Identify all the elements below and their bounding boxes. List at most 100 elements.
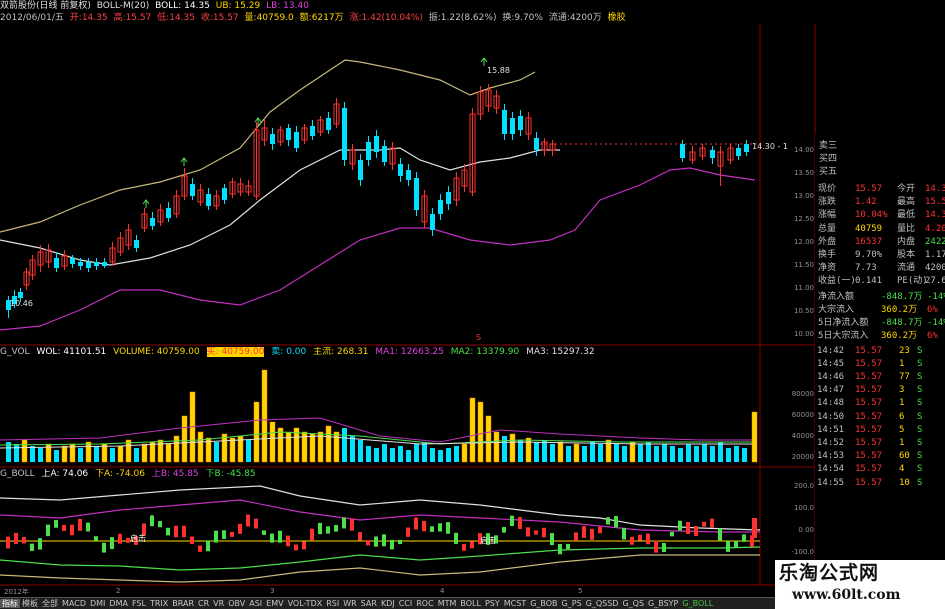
quote-l2: 最高	[897, 197, 916, 208]
tab-g-boll[interactable]: G_BOLL	[680, 599, 715, 608]
quote-v2: 4.20	[925, 223, 945, 234]
tab-trix[interactable]: TRIX	[148, 599, 170, 608]
flow-value: 360.2万	[881, 330, 918, 341]
tab-obv[interactable]: OBV	[226, 599, 247, 608]
candle-body	[86, 262, 91, 268]
volume-bar	[638, 444, 643, 462]
volume-bar	[229, 437, 236, 463]
boll-ub: 上B: 45.85	[151, 469, 199, 479]
osc-bar	[174, 525, 178, 538]
tab-asi[interactable]: ASI	[247, 599, 264, 608]
tick-t: 14:54	[817, 464, 845, 475]
tick-v: 4	[899, 464, 905, 475]
tab-mcst[interactable]: MCST	[502, 599, 528, 608]
volume-bar	[686, 444, 691, 462]
boll-panel-title[interactable]: G_BOLL	[0, 469, 35, 479]
order-label: 买四	[819, 154, 838, 164]
tab-psy[interactable]: PSY	[483, 599, 502, 608]
volume-bar	[398, 446, 403, 462]
osc-bar	[166, 527, 170, 536]
tab-g-bob[interactable]: G_BOB	[528, 599, 559, 608]
tab-g-bsyp[interactable]: G_BSYP	[646, 599, 680, 608]
high-price-mark: 15.88	[487, 66, 510, 75]
volume-panel	[0, 369, 758, 463]
tick-row: 14:42 15.57 23 S	[815, 345, 945, 357]
tab-kdj[interactable]: KDJ	[379, 599, 397, 608]
tab-rsi[interactable]: RSI	[324, 599, 341, 608]
buy-arrow-icon	[142, 199, 150, 208]
tab-boll[interactable]: BOLL	[458, 599, 483, 608]
x-axis-label: 2012年	[4, 588, 29, 596]
osc-bar	[342, 517, 346, 529]
osc-bar	[62, 524, 66, 531]
osc-bar	[302, 541, 306, 550]
tab-dmi[interactable]: DMI	[88, 599, 107, 608]
y-axis-label: 11.50	[793, 261, 814, 269]
y-axis-label: 13.50	[793, 169, 814, 177]
volume-bar	[390, 448, 395, 462]
flow-value: -848.7万	[881, 317, 923, 328]
main-kline-panel	[0, 57, 760, 331]
tab-vol-tdx[interactable]: VOL-TDX	[286, 599, 325, 608]
quote-row: 换手 9.70% 股本 1.17亿	[815, 249, 945, 261]
osc-bar	[438, 523, 442, 532]
quote-row: 总量 40759 量比 4.20	[815, 223, 945, 235]
tab---[interactable]: 指标	[0, 599, 20, 608]
tab-roc[interactable]: ROC	[414, 599, 435, 608]
osc-bar	[270, 533, 274, 543]
volume-bar	[165, 443, 172, 463]
tab-mtm[interactable]: MTM	[436, 599, 459, 608]
quote-l1: 总量	[818, 223, 837, 234]
vol-title[interactable]: G_VOL	[0, 347, 30, 357]
tab-g-qs[interactable]: G_QS	[620, 599, 646, 608]
candle-body	[78, 262, 83, 266]
osc-bar	[734, 540, 738, 548]
tick-p: 15.57	[855, 424, 883, 435]
volume-bar	[718, 442, 723, 462]
tab-cr[interactable]: CR	[196, 599, 211, 608]
tab-emv[interactable]: EMV	[264, 599, 285, 608]
tick-p: 15.57	[855, 411, 883, 422]
boll-axis-label: 0.00	[798, 526, 814, 534]
tab-sar[interactable]: SAR	[359, 599, 379, 608]
tab-g-qssd[interactable]: G_QSSD	[584, 599, 621, 608]
quote-row: 涨跌 1.42 最高 15.57	[815, 196, 945, 208]
osc-bar	[742, 534, 746, 542]
osc-bar	[198, 545, 202, 552]
indicator-tab-bar: 指标 模板 全部 MACD DMI DMA FSL TRIX BRAR CR VR OBV ASI EMV…	[0, 597, 815, 609]
tab---[interactable]: 全部	[40, 599, 60, 608]
tick-row: 14:51 15.57 5 S	[815, 424, 945, 436]
osc-bar	[502, 527, 506, 533]
candle-body	[190, 184, 195, 196]
boll-la: 下A: -74.06	[95, 469, 145, 479]
osc-bar	[278, 530, 282, 543]
osc-bar	[574, 532, 578, 541]
osc-bar	[654, 540, 658, 553]
volume-bar	[598, 444, 603, 462]
tab-g-ps[interactable]: G_PS	[560, 599, 584, 608]
tab-dma[interactable]: DMA	[107, 599, 130, 608]
tab-macd[interactable]: MACD	[60, 599, 88, 608]
osc-bar	[14, 532, 18, 544]
kline-chart-area[interactable]	[0, 0, 945, 609]
volume-bar	[141, 443, 148, 463]
volume-bar	[374, 448, 379, 462]
quote-v1: 0.141	[855, 276, 883, 287]
candle-body	[70, 258, 75, 264]
lower-a-line	[0, 554, 760, 583]
quote-l1: 现价	[818, 184, 837, 194]
tab-wr[interactable]: WR	[341, 599, 358, 608]
osc-bar	[70, 524, 74, 536]
vol-ma2-line	[0, 431, 752, 446]
osc-bar	[462, 543, 466, 551]
tab-brar[interactable]: BRAR	[170, 599, 196, 608]
tab-fsl[interactable]: FSL	[130, 599, 148, 608]
vol-wol: WOL: 41101.51	[36, 347, 107, 357]
tab-cci[interactable]: CCI	[397, 599, 415, 608]
tab-vr[interactable]: VR	[211, 599, 226, 608]
osc-bar	[752, 518, 757, 538]
boll-axis-label: -100.0	[791, 548, 814, 556]
osc-bar	[30, 543, 34, 551]
tab---[interactable]: 模板	[20, 599, 40, 608]
volume-bar	[550, 444, 555, 462]
